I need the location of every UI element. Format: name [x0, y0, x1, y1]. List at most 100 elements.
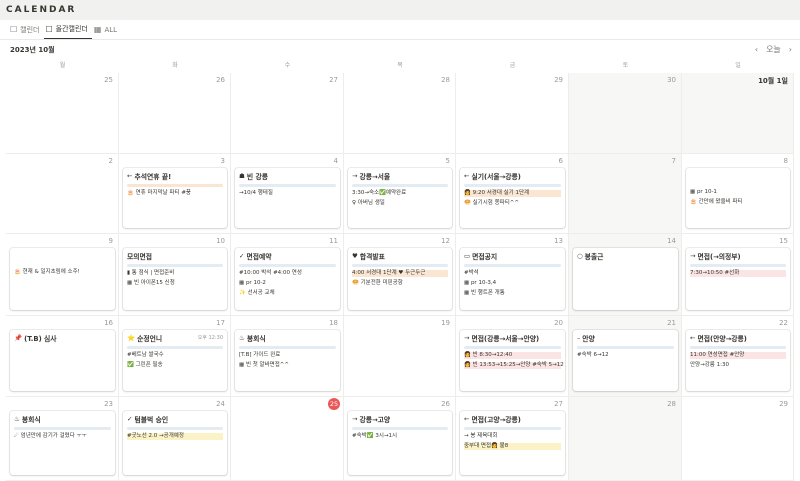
event-title-text: 면접(고양→강릉) [471, 416, 521, 424]
day-cell[interactable]: 27 [231, 73, 344, 154]
event-card[interactable]: → 강릉→서울 3:30→숙소✅예약완료 ♀ 아버님 생일 [348, 168, 452, 228]
day-cell[interactable]: 3 ← 추석연휴 끝! 🎂 연휴 마지막날 파티 #풍 [119, 154, 231, 234]
event-card[interactable]: ✓ 면접예약 #10:00 박석 #4:00 연성 ▦ pr 10-2 ✨ 선서공 교체 [235, 248, 340, 310]
chevron-left-icon[interactable]: ‹ [755, 45, 758, 54]
day-cell[interactable]: 19 [344, 316, 456, 397]
calendar-icon: ☐ [45, 24, 53, 34]
event-card[interactable]: → 면접(→의정부) 7:30→10:50 #선화 [686, 248, 790, 310]
day-cell[interactable]: 15 → 면접(→의정부) 7:30→10:50 #선화 [682, 234, 794, 316]
day-cell[interactable]: 28 [569, 397, 682, 481]
event-card[interactable]: ← 면접(고양→강릉) → 봉 제육대회 중부대 면접👩 불8 [460, 411, 565, 475]
day-cell[interactable]: 2 [6, 154, 119, 234]
event-icon: ← [464, 172, 470, 180]
event-icon: ← [127, 172, 133, 180]
event-property: #10:00 박석 #4:00 연성 [239, 270, 302, 276]
property-bar [464, 346, 561, 349]
day-number: 28 [441, 76, 450, 84]
event-property: ☄ 엄년만에 감기가 걸렸다 ㅜㅜ [14, 433, 87, 439]
event-card[interactable]: ☗ 빈 강릉 →10/4 행테질 [235, 168, 340, 228]
day-cell[interactable]: 14 ○ 봉출근 [569, 234, 682, 316]
day-number: 25 [328, 398, 340, 410]
tab-all[interactable]: ▦ ALL [92, 23, 121, 39]
event-card[interactable]: ▦ pr 10-1 🎂 간만에 왔을비 파티 [686, 168, 790, 228]
app-title: CALENDAR [6, 5, 77, 15]
top-bar: CALENDAR [0, 0, 800, 20]
event-title-text: 모의면접 [127, 253, 153, 261]
day-cell[interactable]: 16 📌 (T.B) 심사 [6, 316, 119, 397]
event-icon: 📌 [14, 334, 23, 342]
chevron-right-icon[interactable]: › [789, 45, 792, 54]
day-cell[interactable]: 26 → 강릉→고양 #숙박✅ 3시→1시 [344, 397, 456, 481]
event-property: 👩 9:20 서경대 실기 1단계 [464, 190, 561, 197]
event-title-text: 봉회식 [21, 416, 41, 424]
event-card[interactable]: → 면접(강릉→서울→안양) 👩 빈 8:30→12:40 👩 빈 13:53→15:… [460, 330, 565, 391]
event-property: ▦ pr 10-1 [690, 189, 717, 195]
event-property: ▦ 빈 행트폰 개통 [464, 290, 505, 296]
tab-calendar[interactable]: ☐ 캘린더 [8, 23, 44, 39]
event-card[interactable]: → 강릉→고양 #숙박✅ 3시→1시 [348, 411, 452, 475]
day-cell[interactable]: 6 ← 실기(서울→강릉) 👩 9:20 서경대 실기 1단계 🥯 실기시험 쫑파티^^ [456, 154, 569, 234]
event-card[interactable]: ♨ 봉회식 ☄ 엄년만에 감기가 걸렸다 ㅜㅜ [10, 411, 115, 475]
day-cell[interactable]: 20 → 면접(강릉→서울→안양) 👩 빈 8:30→12:40 👩 빈 13:53→1… [456, 316, 569, 397]
event-title-text: 면접(안양→강릉) [697, 335, 747, 343]
event-property: ▦ 빈 첫 알바면접^^ [239, 362, 290, 368]
event-card[interactable]: 모의면접 ▮ 통 점식 | 면접준비 ▦ 빈 아이폰15 신청 [123, 248, 227, 310]
day-cell[interactable]: 30 [569, 73, 682, 154]
day-cell[interactable]: 11 ✓ 면접예약 #10:00 박석 #4:00 연성 ▦ pr 10-2 ✨ 선서공 … [231, 234, 344, 316]
tab-monthly-calendar[interactable]: ☐ 올간캘린더 [43, 23, 92, 39]
day-cell[interactable]: 24 ✓ 텀블벅 승인 #굿노선 2.0 →공개예정 [119, 397, 231, 481]
property-bar [464, 427, 561, 430]
event-title: ☗ 빈 강릉 [239, 171, 336, 181]
today-button[interactable]: 오늘 [766, 44, 781, 55]
event-property: 3:30→숙소✅예약완료 [352, 190, 407, 196]
day-cell[interactable]: 10 모의면접 ▮ 통 점식 | 면접준비 ▦ 빈 아이폰15 신청 [119, 234, 231, 316]
event-card[interactable]: ♥ 합격발표 4:00 서경대 1단계 ♥ 두근두근 🥯 기분전환 미핀공항 [348, 248, 452, 310]
day-cell[interactable]: 5 → 강릉→서울 3:30→숙소✅예약완료 ♀ 아버님 생일 [344, 154, 456, 234]
event-property: #굿노선 2.0 →공개예정 [127, 433, 223, 440]
day-number: 18 [329, 319, 338, 327]
divider [0, 39, 800, 40]
day-cell[interactable]: 29 [682, 397, 794, 481]
day-cell[interactable]: 18 ♨ 봉회식 [T.B] 가이드 완료 ▦ 빈 첫 알바면접^^ [231, 316, 344, 397]
day-cell[interactable]: 29 [456, 73, 569, 154]
event-card[interactable]: ⭐ 순정언니 오후 12:30 #베트남 쌀국수 ✅ 그린픈 필송 [123, 330, 227, 391]
day-cell[interactable]: 25 [6, 73, 119, 154]
view-tabs: ☐ 캘린더 ☐ 올간캘린더 ▦ ALL [8, 23, 121, 39]
day-cell[interactable]: 8 ▦ pr 10-1 🎂 간만에 왔을비 파티 [682, 154, 794, 234]
event-card[interactable]: 📌 (T.B) 심사 [10, 330, 115, 391]
event-card[interactable]: ▭ 면접공지 #박석 ▦ pr 10-3,4 ▦ 빈 행트폰 개통 [460, 248, 565, 310]
tab-label: 캘린더 [20, 25, 40, 34]
day-cell[interactable]: 27 ← 면접(고양→강릉) → 봉 제육대회 중부대 면접👩 불8 [456, 397, 569, 481]
event-card[interactable]: ← 실기(서울→강릉) 👩 9:20 서경대 실기 1단계 🥯 실기시험 쫑파티^^ [460, 168, 565, 228]
event-icon: ♨ [14, 415, 20, 423]
day-cell[interactable]: 9 🎂 현재 & 일지초림에 소주! [6, 234, 119, 316]
day-cell[interactable]: 17 ⭐ 순정언니 오후 12:30 #베트남 쌀국수 ✅ 그린픈 필송 [119, 316, 231, 397]
event-card[interactable]: ○ 봉출근 [573, 248, 678, 310]
day-cell[interactable]: 21 – 안양 #숙박 6→12 [569, 316, 682, 397]
day-cell[interactable]: 26 [119, 73, 231, 154]
day-cell[interactable]: 25 [231, 397, 344, 481]
event-card[interactable]: ✓ 텀블벅 승인 #굿노선 2.0 →공개예정 [123, 411, 227, 475]
weekday-label: 토 [622, 62, 629, 69]
day-number: 16 [104, 319, 113, 327]
day-cell[interactable]: 28 [344, 73, 456, 154]
event-title: 모의면접 [127, 251, 223, 261]
day-cell[interactable]: 23 ♨ 봉회식 ☄ 엄년만에 감기가 걸렸다 ㅜㅜ [6, 397, 119, 481]
event-property: 🎂 현재 & 일지초림에 소주! [14, 269, 80, 275]
day-cell[interactable]: 12 ♥ 합격발표 4:00 서경대 1단계 ♥ 두근두근 🥯 기분전환 미핀공항 [344, 234, 456, 316]
event-title: ← 추석연휴 끝! [127, 171, 223, 181]
event-card[interactable]: ← 면접(안양→강릉) 11:00 연성면접 #안양 안양→강릉 1:30 [686, 330, 790, 391]
tab-label: ALL [104, 25, 118, 34]
day-number: 14 [667, 237, 676, 245]
event-title: ← 실기(서울→강릉) [464, 171, 561, 181]
day-cell[interactable]: 13 ▭ 면접공지 #박석 ▦ pr 10-3,4 ▦ 빈 행트폰 개통 [456, 234, 569, 316]
event-card[interactable]: – 안양 #숙박 6→12 [573, 330, 678, 391]
day-cell[interactable]: 22 ← 면접(안양→강릉) 11:00 연성면접 #안양 안양→강릉 1:30 [682, 316, 794, 397]
day-cell[interactable]: 7 [569, 154, 682, 234]
day-cell[interactable]: 10월 1일 [682, 73, 794, 154]
event-card[interactable]: ♨ 봉회식 [T.B] 가이드 완료 ▦ 빈 첫 알바면접^^ [235, 330, 340, 391]
event-card[interactable]: 🎂 현재 & 일지초림에 소주! [10, 248, 115, 310]
event-card[interactable]: ← 추석연휴 끝! 🎂 연휴 마지막날 파티 #풍 [123, 168, 227, 228]
day-number: 2 [108, 157, 113, 165]
day-cell[interactable]: 4 ☗ 빈 강릉 →10/4 행테질 [231, 154, 344, 234]
